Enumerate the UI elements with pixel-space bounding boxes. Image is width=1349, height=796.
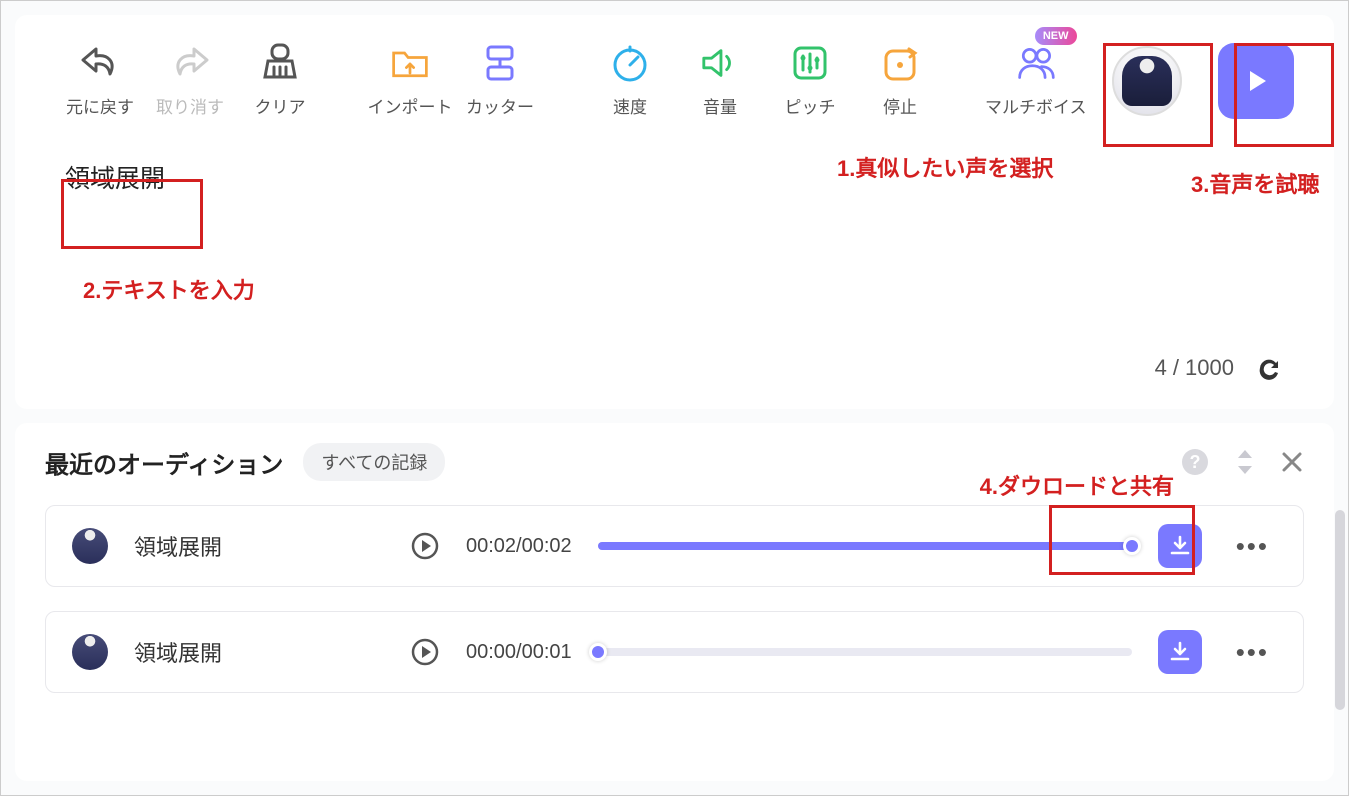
editor-panel: 元に戻す 取り消す クリア インポート [15,15,1334,409]
cutter-icon [480,43,520,83]
auditions-title: 最近のオーディション [45,445,283,480]
download-button[interactable] [1158,524,1202,568]
volume-button[interactable]: 音量 [675,43,765,118]
volume-label: 音量 [703,93,737,118]
row-avatar [72,634,108,670]
redo-icon [170,43,210,83]
pitch-icon [790,43,830,83]
row-avatar [72,528,108,564]
auditions-header: 最近のオーディション すべての記録 ? [45,443,1304,481]
row-play-button[interactable] [410,531,440,561]
import-label: インポート [368,93,453,118]
download-icon [1169,641,1191,663]
multivoice-label: マルチボイス [985,93,1087,118]
multivoice-button[interactable]: NEW マルチボイス [985,43,1087,118]
row-title: 領域展開 [134,636,384,668]
import-button[interactable]: インポート [365,43,455,118]
redo-button[interactable]: 取り消す [145,43,235,118]
cutter-label: カッター [466,93,534,118]
stop-label: 停止 [883,93,917,118]
folder-import-icon [390,43,430,83]
char-count: 4 [1155,355,1167,381]
speed-icon [610,43,650,83]
svg-text:?: ? [1190,452,1201,472]
sort-icon[interactable] [1234,448,1256,476]
voice-avatar-button[interactable] [1112,46,1182,116]
new-badge: NEW [1035,27,1077,45]
preview-play-button[interactable] [1218,43,1294,119]
app-root: 元に戻す 取り消す クリア インポート [0,0,1349,796]
more-button[interactable]: ••• [1228,531,1277,562]
row-time: 00:02/00:02 [466,535,572,558]
help-icon[interactable]: ? [1180,447,1210,477]
download-icon [1169,535,1191,557]
undo-label: 元に戻す [66,93,134,118]
char-max: 1000 [1185,355,1234,381]
audition-row: 領域展開 00:00/00:01 ••• [45,611,1304,693]
cutter-button[interactable]: カッター [455,43,545,118]
auditions-panel: 最近のオーディション すべての記録 ? 領域展開 00:02/00:02 ••• [15,423,1334,781]
redo-label: 取り消す [156,93,224,118]
row-time: 00:00/00:01 [466,641,572,664]
close-icon[interactable] [1280,450,1304,474]
speed-label: 速度 [613,93,647,118]
multivoice-icon [1016,43,1056,83]
editor-text: 領域展開 [65,159,1294,195]
toolbar: 元に戻す 取り消す クリア インポート [15,15,1334,129]
undo-button[interactable]: 元に戻す [55,43,145,118]
more-button[interactable]: ••• [1228,637,1277,668]
volume-icon [700,43,740,83]
text-editor[interactable]: 領域展開 4 / 1000 [15,129,1334,409]
row-progress[interactable] [598,542,1132,550]
char-sep: / [1173,355,1179,381]
row-play-button[interactable] [410,637,440,667]
row-title: 領域展開 [134,530,384,562]
brush-icon [260,43,300,83]
avatar-image [1122,56,1172,106]
clear-button[interactable]: クリア [235,43,325,118]
audition-row: 領域展開 00:02/00:02 ••• [45,505,1304,587]
all-records-button[interactable]: すべての記録 [303,443,445,481]
scrollbar[interactable] [1335,510,1345,710]
download-button[interactable] [1158,630,1202,674]
speed-button[interactable]: 速度 [585,43,675,118]
undo-icon [80,43,120,83]
row-progress[interactable] [598,648,1132,656]
stop-button[interactable]: 停止 [855,43,945,118]
refresh-icon[interactable] [1254,353,1284,383]
pitch-button[interactable]: ピッチ [765,43,855,118]
pitch-label: ピッチ [785,93,836,118]
char-counter: 4 / 1000 [65,347,1294,389]
clear-label: クリア [255,93,306,118]
stop-icon [880,43,920,83]
play-icon [1241,66,1271,96]
